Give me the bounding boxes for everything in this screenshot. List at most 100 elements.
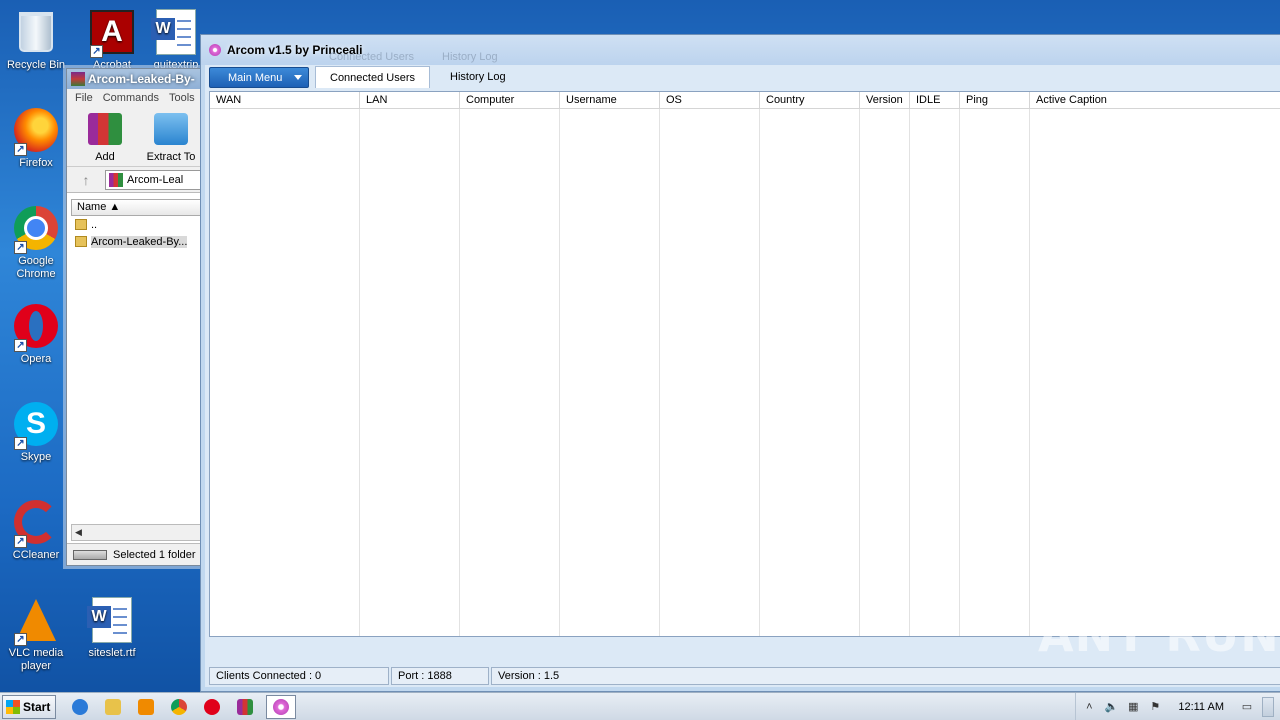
menu-file[interactable]: File (75, 92, 93, 104)
horizontal-scrollbar[interactable]: ◀ (71, 524, 205, 541)
column-divider (1030, 109, 1280, 636)
column-divider (210, 109, 360, 636)
archive-icon (109, 172, 123, 187)
menu-commands[interactable]: Commands (103, 92, 159, 104)
column-header-country[interactable]: Country (760, 92, 860, 108)
column-header-version[interactable]: Version (860, 92, 910, 108)
address-text: Arcom-Leal (127, 173, 184, 186)
recycle-bin-icon (12, 8, 60, 56)
desktop-icon-acrobat[interactable]: A ↗ Acrobat (76, 8, 148, 72)
desktop-icon-skype[interactable]: S ↗ Skype (0, 400, 72, 464)
up-arrow-icon[interactable]: ↑ (73, 172, 99, 188)
desktop-icon-label: Skype (20, 451, 52, 463)
desktop-icon-label: CCleaner (12, 549, 60, 561)
media-player-icon (138, 698, 154, 715)
windows-logo-icon (6, 699, 20, 714)
network-icon[interactable]: ▦ (1126, 700, 1140, 714)
firefox-icon: ↗ (12, 106, 60, 156)
menu-tools[interactable]: Tools (169, 92, 195, 104)
column-divider (360, 109, 460, 636)
column-divider (860, 109, 910, 636)
taskbar-winrar[interactable] (233, 695, 257, 719)
taskbar-chrome[interactable] (167, 695, 191, 719)
volume-icon[interactable]: 🔈 (1104, 700, 1118, 714)
column-header-label: Name (77, 201, 107, 213)
connected-users-table[interactable]: WAN LAN Computer Username OS Country Ver… (209, 91, 1280, 637)
ghost-tab-history-log: History Log (442, 51, 498, 63)
vlc-icon: ↗ (12, 596, 60, 646)
winrar-status-text: Selected 1 folder (113, 548, 196, 561)
add-label: Add (95, 151, 115, 163)
winrar-title: Arcom-Leaked-By- (88, 72, 195, 86)
desktop-icon-opera[interactable]: ↗ Opera (0, 302, 72, 366)
taskbar-media-player[interactable] (134, 695, 158, 719)
taskbar-arcom[interactable] (266, 694, 296, 719)
desktop-icon-vlc[interactable]: ↗ VLC media player (0, 596, 72, 673)
desktop-icon-firefox[interactable]: ↗ Firefox (0, 106, 72, 170)
show-hidden-icons-icon[interactable]: ˄ (1082, 700, 1096, 714)
internet-explorer-icon (72, 698, 88, 715)
taskbar-pinned-items (68, 694, 296, 719)
desktop-icon-recycle-bin[interactable]: Recycle Bin (0, 8, 72, 72)
winrar-address-bar: ↑ Arcom-Leal (67, 167, 205, 193)
desktop-icon-siteslet[interactable]: W siteslet.rtf (76, 596, 148, 660)
column-header-ping[interactable]: Ping (960, 92, 1030, 108)
acrobat-icon: A ↗ (88, 8, 136, 58)
arcom-title-bar[interactable]: Arcom v1.5 by Princeali Connected Users … (201, 35, 1280, 65)
column-header-wan[interactable]: WAN (210, 92, 360, 108)
desktop-icon-ccleaner[interactable]: ↗ CCleaner (0, 498, 72, 562)
clock[interactable]: 12:11 AM (1178, 701, 1224, 713)
skype-icon: S ↗ (12, 400, 60, 450)
tab-connected-users[interactable]: Connected Users (315, 66, 430, 88)
desktop-icon-label: Google Chrome (16, 255, 56, 280)
arcom-app-icon (209, 44, 221, 56)
chrome-icon: ↗ (12, 204, 60, 254)
desktop-icon-label: Opera (20, 353, 52, 365)
start-label: Start (23, 699, 51, 714)
main-menu-label: Main Menu (228, 71, 283, 84)
column-divider (760, 109, 860, 636)
desktop-icon-label: VLC media player (8, 647, 64, 672)
notification-icon[interactable]: ▭ (1240, 700, 1254, 714)
winrar-icon (237, 698, 253, 715)
winrar-window[interactable]: Arcom-Leaked-By- File Commands Tools Add… (66, 68, 206, 566)
column-header-name[interactable]: Name ▲ (71, 199, 201, 216)
add-button[interactable]: Add (77, 113, 133, 166)
drive-icon (73, 549, 107, 560)
flag-icon[interactable]: ⚑ (1148, 700, 1162, 714)
taskbar-internet-explorer[interactable] (68, 695, 92, 719)
folder-icon (75, 236, 87, 247)
column-header-idle[interactable]: IDLE (910, 92, 960, 108)
extract-to-button[interactable]: Extract To (143, 113, 199, 166)
winrar-menu-bar: File Commands Tools (67, 89, 205, 107)
taskbar: Start ˄ 🔈 ▦ ⚑ 12:11 AM ▭ (0, 692, 1280, 720)
arcom-tab-bar: Main Menu Connected Users History Log (207, 65, 1280, 88)
column-header-username[interactable]: Username (560, 92, 660, 108)
arcom-app-icon (273, 698, 289, 715)
word-document-icon: W (151, 8, 200, 56)
column-header-computer[interactable]: Computer (460, 92, 560, 108)
ccleaner-icon: ↗ (12, 498, 60, 548)
tab-history-log[interactable]: History Log (436, 66, 520, 88)
taskbar-opera[interactable] (200, 695, 224, 719)
desktop-icon-label: Firefox (19, 157, 53, 169)
column-header-lan[interactable]: LAN (360, 92, 460, 108)
taskbar-file-explorer[interactable] (101, 695, 125, 719)
desktop-icon-google-chrome[interactable]: ↗ Google Chrome (0, 204, 72, 281)
start-button[interactable]: Start (2, 694, 56, 719)
column-header-os[interactable]: OS (660, 92, 760, 108)
winrar-toolbar: Add Extract To (67, 107, 205, 167)
list-item[interactable]: Arcom-Leaked-By... (71, 233, 201, 250)
word-document-icon: W (87, 596, 136, 644)
address-field[interactable]: Arcom-Leal (105, 169, 205, 190)
column-divider (660, 109, 760, 636)
list-item[interactable]: .. (71, 216, 201, 233)
winrar-status-bar: Selected 1 folder (67, 543, 205, 565)
opera-icon (204, 698, 220, 715)
column-header-active-caption[interactable]: Active Caption (1030, 92, 1280, 108)
main-menu-button[interactable]: Main Menu (209, 67, 309, 88)
arcom-window[interactable]: Arcom v1.5 by Princeali Connected Users … (200, 34, 1280, 692)
winrar-title-bar[interactable]: Arcom-Leaked-By- (67, 69, 205, 89)
status-port: Port : 1888 (391, 667, 489, 685)
show-desktop-button[interactable] (1262, 696, 1274, 717)
